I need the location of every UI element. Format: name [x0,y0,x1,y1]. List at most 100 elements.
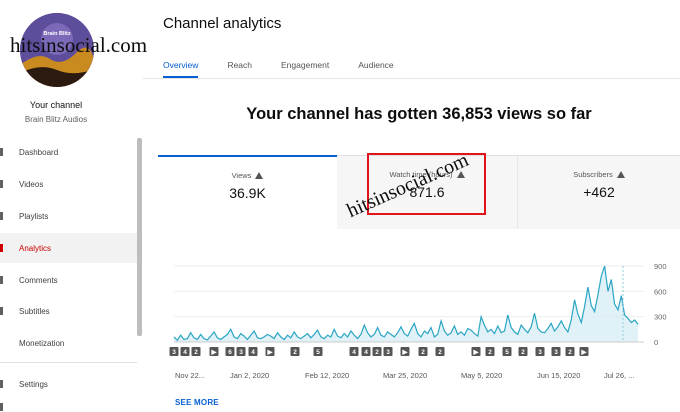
timeline-marker [361,347,371,356]
sidebar-item-label: Dashboard [19,147,59,157]
timeline-marker [579,347,589,356]
y-tick-label: 0 [654,338,658,347]
timeline-marker [502,347,512,356]
y-tick-label: 300 [654,313,667,322]
timeline-marker [485,347,495,356]
sidebar: Brain Blitz Your channel Brain Blitz Aud… [0,0,143,412]
sidebar-item-dashboard[interactable]: Dashboard [0,137,137,167]
metric-card-subscribers[interactable]: Subscribers +462 [517,155,680,229]
timeline-marker-label: 5 [505,349,509,356]
sidebar-item-playlists[interactable]: Playlists [0,201,137,231]
timeline-marker-label: 2 [568,349,572,356]
timeline-marker [349,347,359,356]
timeline-marker-label: 3 [239,349,243,356]
sidebar-item-label: Settings [19,379,48,389]
timeline-marker-label: 3 [538,349,542,356]
y-tick-label: 600 [654,287,667,296]
metric-value: 36.9K [229,185,266,201]
sidebar-item-label: Analytics [19,243,52,253]
timeline-marker-label: ▶ [473,349,480,356]
timeline-marker [418,347,428,356]
sidebar-item-subtitles[interactable]: Subtitles [0,296,137,326]
timeline-marker [551,347,561,356]
comments-icon [0,276,3,284]
metric-label: Subscribers [518,170,680,179]
timeline-marker-label: 6 [228,349,232,356]
metric-card-views[interactable]: Views 36.9K [158,155,337,229]
sidebar-item-label: Comments [19,275,58,285]
sidebar-item-monetization[interactable]: Monetization [0,328,137,358]
timeline-marker-label: 3 [554,349,558,356]
timeline-marker [290,347,300,356]
playlists-icon [0,212,3,220]
timeline-marker [400,347,410,356]
x-tick-label: Jun 15, 2020 [537,371,580,380]
see-more-link[interactable]: SEE MORE [175,398,219,407]
timeline-marker [248,347,258,356]
timeline-marker-label: ▶ [267,349,274,356]
timeline-marker-label: 4 [183,349,187,356]
timeline-marker-label: 2 [488,349,492,356]
watermark-text: hitsinsocial.com [10,33,148,57]
timeline-marker-label: 2 [375,349,379,356]
timeline-marker-label: 3 [172,349,176,356]
tab-reach[interactable]: Reach [227,60,252,78]
timeline-marker [518,347,528,356]
timeline-marker-label: 4 [352,349,356,356]
analytics-tabs: Overview Reach Engagement Audience [163,60,423,78]
timeline-marker [383,347,393,356]
feedback-icon [0,403,3,411]
views-headline: Your channel has gotten 36,853 views so … [246,105,592,123]
sidebar-item-comments[interactable]: Comments [0,265,137,295]
sidebar-divider [0,362,137,363]
timeline-marker-label: ▶ [211,349,218,356]
timeline-marker-label: ▶ [402,349,409,356]
x-tick-label: Jul 26, ... [604,371,634,380]
warning-icon [255,172,264,179]
sidebar-item-analytics[interactable]: Analytics [0,233,137,263]
sidebar-item-label: Videos [19,179,44,189]
settings-icon [0,380,3,388]
sidebar-item-more[interactable] [0,401,137,412]
chart-area-fill [174,266,638,342]
timeline-marker [372,347,382,356]
y-tick-label: 900 [654,262,667,271]
channel-name: Your channel [29,100,83,110]
x-tick-label: Jan 2, 2020 [230,371,269,380]
sidebar-item-settings[interactable]: Settings [0,369,137,399]
sidebar-item-label: Monetization [19,338,65,348]
timeline-marker [265,347,275,356]
tab-overview[interactable]: Overview [163,60,199,78]
metric-value: +462 [583,184,615,200]
timeline-marker [225,347,235,356]
sidebar-item-videos[interactable]: Videos [0,169,137,199]
timeline-marker [565,347,575,356]
timeline-marker-label: 2 [293,349,297,356]
dashboard-icon [0,148,3,156]
timeline-marker-label: 4 [364,349,368,356]
warning-icon [616,171,625,178]
timeline-marker-label: 5 [316,349,320,356]
timeline-marker [471,347,481,356]
timeline-marker-label: 3 [386,349,390,356]
timeline-marker-label: 2 [521,349,525,356]
channel-handle: Brain Blitz Audios [24,115,88,124]
sidebar-scrollbar[interactable] [137,138,142,336]
videos-icon [0,180,3,188]
metric-label: Views [158,171,337,180]
tab-engagement[interactable]: Engagement [281,60,329,78]
tab-audience[interactable]: Audience [358,60,393,78]
timeline-marker [435,347,445,356]
timeline-marker [313,347,323,356]
analytics-icon [0,244,3,252]
header-divider [143,78,680,79]
page-title: Channel analytics [163,15,282,32]
timeline-marker [535,347,545,356]
sidebar-item-label: Playlists [19,211,49,221]
sidebar-item-label: Subtitles [19,306,50,316]
timeline-marker [236,347,246,356]
timeline-marker-label: 4 [251,349,255,356]
x-tick-label: Feb 12, 2020 [305,371,349,380]
timeline-marker-label: ▶ [581,349,588,356]
timeline-marker-label: 2 [438,349,442,356]
